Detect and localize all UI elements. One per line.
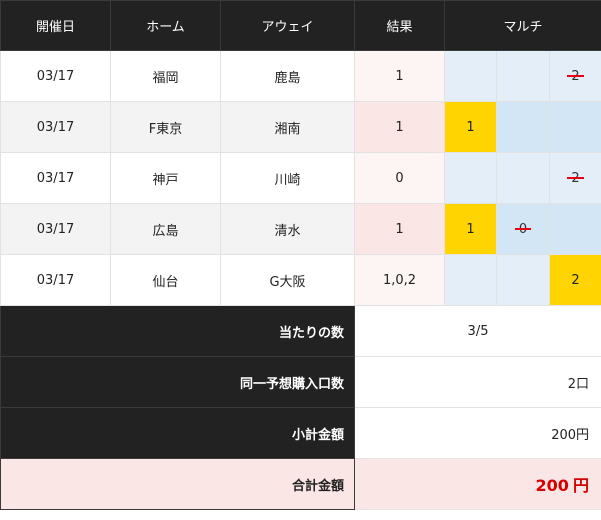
multi-pick-3: 2	[548, 152, 601, 204]
total-value-cell: 200 円	[353, 458, 601, 510]
header-date: 開催日	[0, 0, 111, 51]
match-date: 03/17	[0, 101, 111, 153]
total-label: 合計金額	[0, 458, 355, 510]
multi-pick-2	[496, 254, 550, 306]
multi-pick-3	[548, 101, 601, 153]
pick-value: 1	[466, 119, 475, 135]
total-value: 200	[535, 476, 569, 495]
subtotal-value: 200円	[353, 407, 601, 459]
match-home: 広島	[110, 203, 221, 255]
subtotal-label: 小計金額	[0, 407, 355, 459]
match-row: 03/17 福岡 鹿島 1 2	[0, 50, 601, 102]
multi-pick-2: 0	[496, 203, 550, 255]
multi-pick-1	[444, 254, 497, 306]
pick-value: 2	[571, 272, 580, 288]
match-date: 03/17	[0, 254, 111, 306]
match-home: 仙台	[110, 254, 221, 306]
multi-pick-1: 1	[444, 101, 497, 153]
match-home: 神戸	[110, 152, 221, 204]
match-away: 清水	[220, 203, 355, 255]
match-list: 03/17 福岡 鹿島 1 2 03/17 F東京 湘南 1 1 03/17 神戸 川崎 0 2 03/17 広…	[0, 50, 601, 306]
header-row: 開催日 ホーム アウェイ 結果 マルチ	[0, 0, 601, 51]
units-value: 2口	[353, 356, 601, 408]
header-result: 結果	[354, 0, 445, 51]
multi-pick-2	[496, 50, 550, 102]
multi-pick-2	[496, 152, 550, 204]
missed-pick: 2	[571, 170, 580, 186]
hits-value: 3/5	[353, 305, 601, 357]
header-multi: マルチ	[443, 0, 601, 51]
multi-pick-1: 1	[444, 203, 497, 255]
match-result: 1	[354, 203, 445, 255]
header-home: ホーム	[110, 0, 221, 51]
match-date: 03/17	[0, 203, 111, 255]
match-home: 福岡	[110, 50, 221, 102]
match-away: G大阪	[220, 254, 355, 306]
hits-label: 当たりの数	[0, 305, 355, 357]
match-result: 1,0,2	[354, 254, 445, 306]
pick-value: 1	[466, 221, 475, 237]
missed-pick: 0	[518, 221, 528, 237]
match-result: 1	[354, 50, 445, 102]
total-unit: 円	[573, 476, 590, 495]
summary-units-row: 同一予想購入口数 2口	[0, 356, 601, 408]
missed-pick: 2	[571, 68, 580, 84]
match-result: 0	[354, 152, 445, 204]
match-home: F東京	[110, 101, 221, 153]
multi-pick-3: 2	[548, 254, 601, 306]
summary-hits-row: 当たりの数 3/5	[0, 305, 601, 357]
match-row: 03/17 F東京 湘南 1 1	[0, 101, 601, 153]
match-row: 03/17 仙台 G大阪 1,0,2 2	[0, 254, 601, 306]
match-row: 03/17 広島 清水 1 1 0	[0, 203, 601, 255]
multi-pick-3: 2	[548, 50, 601, 102]
units-label: 同一予想購入口数	[0, 356, 355, 408]
summary-total-row: 合計金額 200 円	[0, 458, 601, 510]
multi-pick-3	[548, 203, 601, 255]
match-date: 03/17	[0, 152, 111, 204]
multi-pick-1	[444, 152, 497, 204]
match-away: 川崎	[220, 152, 355, 204]
match-row: 03/17 神戸 川崎 0 2	[0, 152, 601, 204]
match-away: 鹿島	[220, 50, 355, 102]
results-table: 開催日 ホーム アウェイ 結果 マルチ 03/17 福岡 鹿島 1 2 03/17 F東京湘…	[0, 0, 601, 510]
match-away: 湘南	[220, 101, 355, 153]
multi-pick-2	[496, 101, 550, 153]
header-away: アウェイ	[220, 0, 355, 51]
multi-pick-1	[444, 50, 497, 102]
match-date: 03/17	[0, 50, 111, 102]
summary-subtotal-row: 小計金額 200円	[0, 407, 601, 459]
match-result: 1	[354, 101, 445, 153]
